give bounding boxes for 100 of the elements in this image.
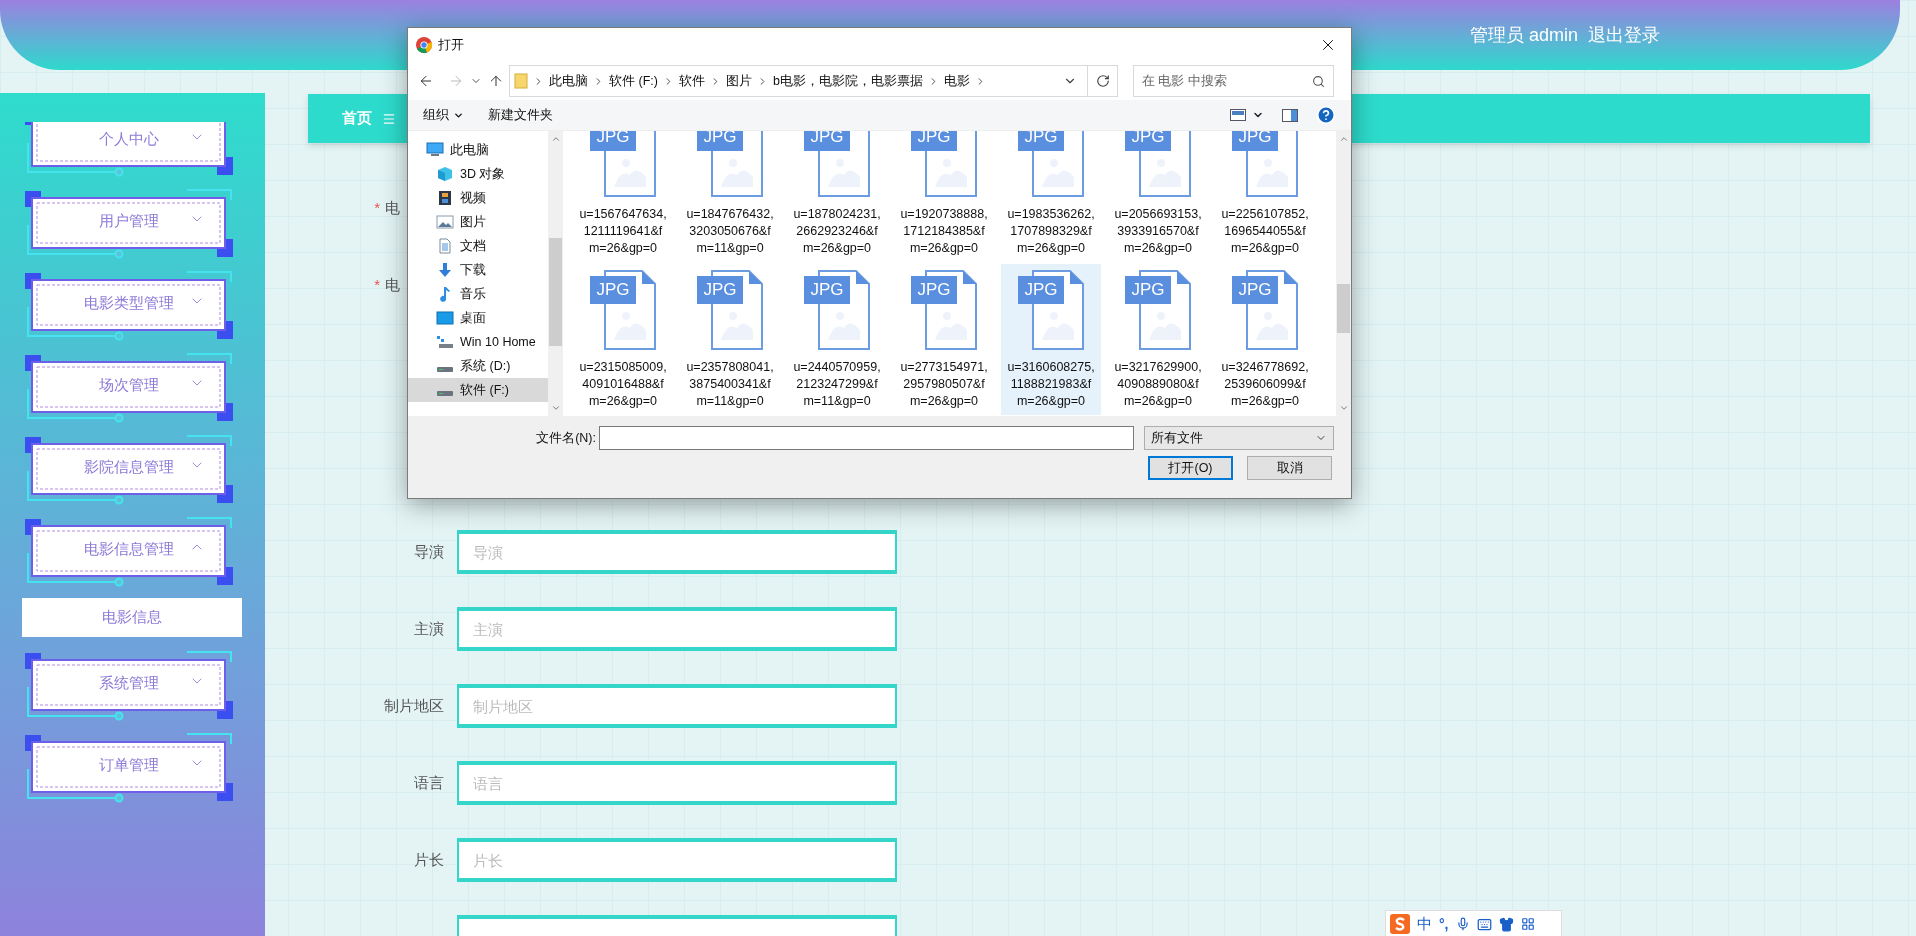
nav-item[interactable]: 软件 (F:): [408, 378, 548, 402]
input-method-logo-icon[interactable]: [1390, 914, 1410, 934]
required-mark: *: [374, 197, 380, 218]
microphone-icon[interactable]: [1455, 917, 1470, 931]
scroll-up-icon[interactable]: [1338, 134, 1349, 144]
file-type-select[interactable]: 所有文件: [1144, 426, 1334, 450]
nav-item[interactable]: 文档: [408, 234, 548, 258]
cancel-button[interactable]: 取消: [1247, 456, 1332, 480]
preview-pane-icon[interactable]: [1282, 108, 1298, 122]
scrollbar[interactable]: [1336, 131, 1351, 416]
address-bar[interactable]: 此电脑 软件 (F:) 软件 图片 b电影，电影院，电影票据 电影: [509, 65, 1118, 97]
nav-item[interactable]: 系统 (D:): [408, 354, 548, 378]
file-name: u=2357808041, 3875400341&f m=11&gp=0: [686, 359, 774, 410]
menu-item[interactable]: 电影类型管理: [25, 271, 233, 341]
cube-icon: [436, 166, 454, 182]
help-icon[interactable]: [1316, 105, 1336, 125]
film-icon: [436, 190, 454, 206]
punctuation-toggle[interactable]: °,: [1439, 913, 1449, 935]
document-icon: [436, 238, 454, 254]
text-field[interactable]: 语言: [457, 761, 897, 805]
menu-icon: [382, 111, 396, 126]
file-item[interactable]: JPG u=3246778692, 2539606099&f m=26&gp=0: [1215, 264, 1315, 415]
file-item[interactable]: JPG u=1983536262, 1707898329&f m=26&gp=0: [1001, 131, 1101, 262]
view-icon[interactable]: [1230, 109, 1246, 121]
nav-item[interactable]: 此电脑: [408, 138, 548, 162]
file-type-label: JPG: [1125, 276, 1171, 304]
menu-item[interactable]: 影院信息管理: [25, 435, 233, 505]
folder-icon: [514, 73, 528, 89]
field-label: 制片地区: [384, 695, 444, 716]
path-segment[interactable]: 软件: [678, 71, 705, 91]
file-item[interactable]: JPG u=1567647634, 1211119641&f m=26&gp=0: [573, 131, 673, 262]
scroll-down-icon[interactable]: [550, 403, 561, 413]
shirt-icon[interactable]: [1498, 916, 1514, 932]
file-item[interactable]: JPG u=2440570959, 2123247299&f m=11&gp=0: [787, 264, 887, 415]
nav-item[interactable]: 桌面: [408, 306, 548, 330]
scroll-thumb[interactable]: [1337, 284, 1350, 333]
grid-icon[interactable]: [1520, 917, 1535, 931]
file-item[interactable]: JPG u=3160608275, 1188821983&f m=26&gp=0: [1001, 264, 1101, 415]
file-type-label: JPG: [804, 276, 850, 304]
text-field[interactable]: 片长: [457, 838, 897, 882]
filename-label: 文件名(N):: [535, 429, 596, 447]
menu-item[interactable]: 电影信息管理: [25, 517, 233, 587]
file-type-label: JPG: [804, 131, 850, 151]
file-name: u=1567647634, 1211119641&f m=26&gp=0: [579, 206, 667, 257]
refresh-icon: [1095, 74, 1110, 88]
nav-item[interactable]: 音乐: [408, 282, 548, 306]
path-segment[interactable]: 软件 (F:): [609, 71, 658, 91]
file-type-label: JPG: [911, 276, 957, 304]
organize-menu[interactable]: 组织: [423, 105, 464, 125]
computer-icon: [426, 142, 444, 158]
scroll-thumb[interactable]: [549, 238, 562, 346]
file-name: u=2256107852, 1696544055&f m=26&gp=0: [1221, 206, 1309, 257]
network-drive-icon: [436, 334, 454, 350]
file-item[interactable]: JPG u=1878024231, 2662923246&f m=26&gp=0: [787, 131, 887, 262]
text-field[interactable]: 主演: [457, 607, 897, 651]
scrollbar[interactable]: [548, 131, 563, 416]
menu-item[interactable]: 用户管理: [25, 189, 233, 259]
nav-item[interactable]: Win 10 Home: [408, 330, 548, 354]
nav-item[interactable]: 图片: [408, 210, 548, 234]
file-name: u=3217629900, 4090889080&f m=26&gp=0: [1114, 359, 1202, 410]
new-folder-button[interactable]: 新建文件夹: [488, 105, 553, 125]
back-icon[interactable]: [418, 73, 434, 89]
menu-item[interactable]: 订单管理: [25, 733, 233, 803]
file-item[interactable]: JPG u=2315085009, 4091016488&f m=26&gp=0: [573, 264, 673, 415]
download-icon: [436, 262, 454, 278]
open-button[interactable]: 打开(O): [1148, 456, 1233, 480]
file-name: u=2440570959, 2123247299&f m=11&gp=0: [793, 359, 881, 410]
filename-field[interactable]: [599, 426, 1134, 450]
nav-item[interactable]: 3D 对象: [408, 162, 548, 186]
file-item[interactable]: JPG u=2773154971, 2957980507&f m=26&gp=0: [894, 264, 994, 415]
text-field[interactable]: 制片地区: [457, 684, 897, 728]
search-field[interactable]: 在 电影 中搜索: [1133, 65, 1334, 97]
keyboard-icon[interactable]: [1476, 916, 1492, 932]
path-segment[interactable]: b电影，电影院，电影票据: [772, 71, 923, 91]
scroll-down-icon[interactable]: [1338, 403, 1349, 413]
file-item[interactable]: JPG u=2256107852, 1696544055&f m=26&gp=0: [1215, 131, 1315, 262]
menu-item[interactable]: 系统管理: [25, 651, 233, 721]
user-label: 管理员 admin: [1469, 23, 1578, 47]
file-item[interactable]: JPG u=2056693153, 3933916570&f m=26&gp=0: [1108, 131, 1208, 262]
file-item[interactable]: JPG u=1920738888, 1712184385&f m=26&gp=0: [894, 131, 994, 262]
file-item[interactable]: JPG u=1847676432, 3203050676&f m=11&gp=0: [680, 131, 780, 262]
nav-item[interactable]: 下载: [408, 258, 548, 282]
field-label: 电: [385, 274, 400, 295]
text-field[interactable]: 导演: [457, 530, 897, 574]
menu-item[interactable]: 个人中心: [25, 122, 233, 177]
file-type-label: JPG: [1232, 131, 1278, 151]
input-mode-toggle[interactable]: 中: [1417, 912, 1432, 936]
up-icon[interactable]: [488, 73, 504, 89]
file-type-label: JPG: [1018, 131, 1064, 151]
file-name: u=2773154971, 2957980507&f m=26&gp=0: [900, 359, 988, 410]
path-segment[interactable]: 此电脑: [549, 71, 588, 91]
file-item[interactable]: JPG u=3217629900, 4090889080&f m=26&gp=0: [1108, 264, 1208, 415]
path-segment[interactable]: 电影: [943, 71, 970, 91]
scroll-up-icon[interactable]: [550, 134, 561, 144]
path-segment[interactable]: 图片: [725, 71, 752, 91]
menu-item[interactable]: 场次管理: [25, 353, 233, 423]
file-item[interactable]: JPG u=2357808041, 3875400341&f m=11&gp=0: [680, 264, 780, 415]
submenu-item[interactable]: 电影信息: [22, 598, 242, 637]
nav-item[interactable]: 视频: [408, 186, 548, 210]
search-icon: [1312, 74, 1325, 88]
